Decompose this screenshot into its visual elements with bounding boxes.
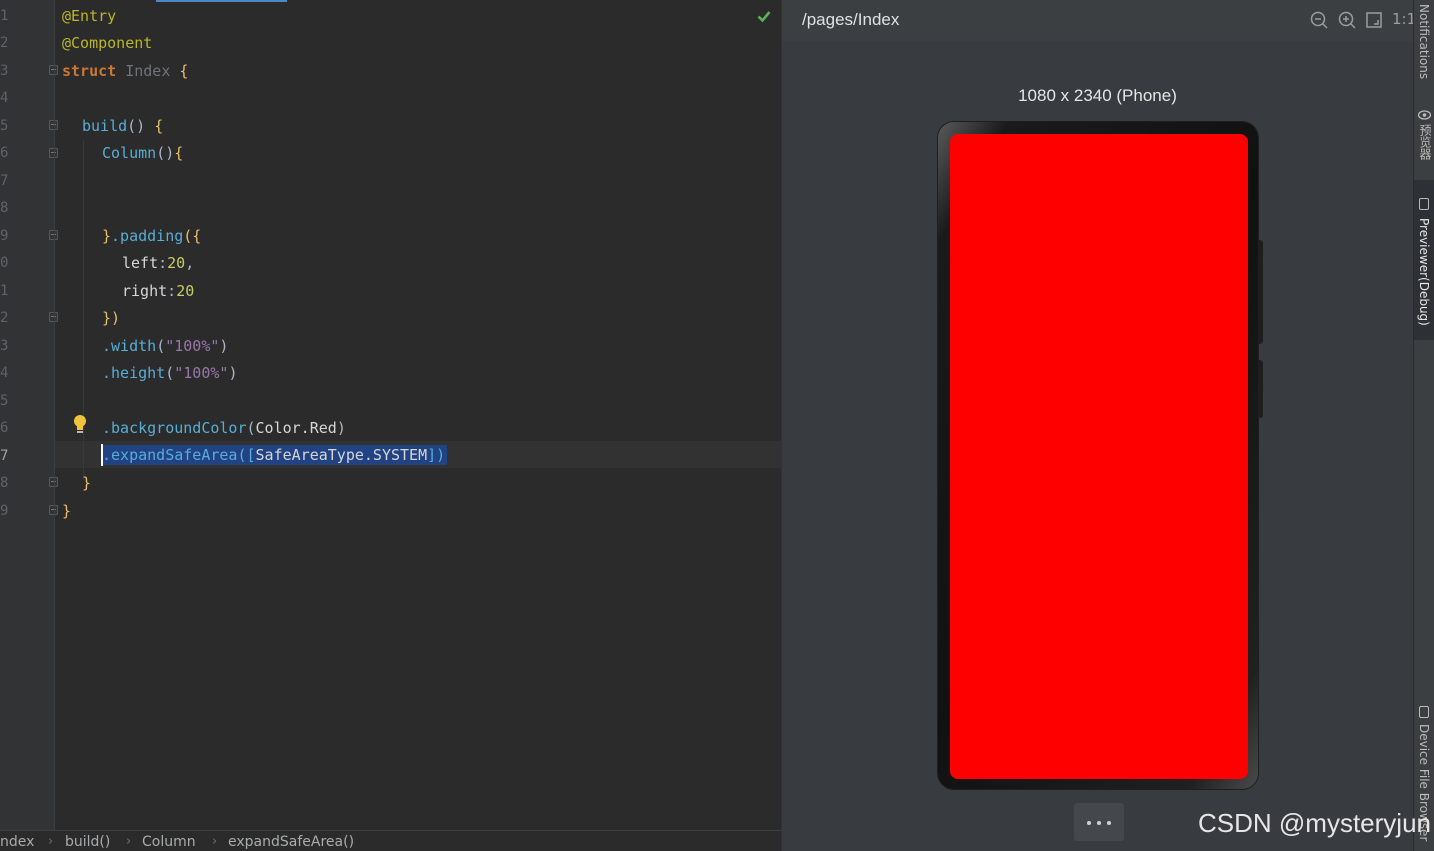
code-editor[interactable]: 1 2 3 4 5 6 7 8 9 0 1 2 3 4 5 6 7 8 9 @E… bbox=[0, 0, 781, 830]
phone-screen[interactable] bbox=[950, 134, 1248, 779]
line-number-gutter: 1 2 3 4 5 6 7 8 9 0 1 2 3 4 5 6 7 8 9 bbox=[0, 0, 58, 830]
device-label: 1080 x 2340 (Phone) bbox=[1018, 86, 1177, 105]
eye-icon bbox=[1418, 110, 1431, 120]
line-number: 5 bbox=[0, 393, 9, 409]
code-line-3[interactable]: struct Index { bbox=[62, 61, 188, 81]
code-line-18[interactable]: } bbox=[82, 473, 91, 493]
breadcrumb-separator: › bbox=[212, 834, 218, 849]
line-number: 1 bbox=[0, 8, 9, 24]
line-number: 2 bbox=[0, 35, 9, 51]
phone-side-button bbox=[1258, 240, 1263, 344]
line-number: 8 bbox=[0, 475, 9, 491]
line-number: 0 bbox=[0, 255, 9, 271]
notifications-tab[interactable]: Notifications bbox=[1417, 4, 1431, 79]
code-line-10[interactable]: left:20, bbox=[122, 253, 194, 273]
bulb-icon[interactable] bbox=[72, 414, 88, 436]
phone-side-button bbox=[1258, 360, 1263, 418]
code-line-13[interactable]: .width("100%") bbox=[102, 336, 228, 356]
code-line-5[interactable]: build() { bbox=[82, 116, 163, 136]
zoom-out-icon[interactable] bbox=[1310, 11, 1328, 29]
zoom-in-icon[interactable] bbox=[1338, 11, 1356, 29]
more-icon bbox=[1097, 821, 1101, 825]
more-icon bbox=[1107, 821, 1111, 825]
breadcrumb: ndex › build() › Column › expandSafeArea… bbox=[0, 830, 781, 851]
code-line-1[interactable]: @Entry bbox=[62, 6, 116, 26]
text-caret bbox=[101, 444, 103, 466]
code-line-16[interactable]: .backgroundColor(Color.Red) bbox=[102, 418, 346, 438]
previewer-cn-tab[interactable]: 预览器 bbox=[1417, 124, 1434, 160]
line-number: 2 bbox=[0, 310, 9, 326]
code-line-6[interactable]: Column(){ bbox=[102, 143, 183, 163]
line-number: 7 bbox=[0, 173, 9, 189]
previewer-panel: /pages/Index 1:1 1080 x 2340 (Phone) bbox=[781, 0, 1416, 851]
previewer-header: /pages/Index 1:1 bbox=[782, 0, 1416, 41]
breadcrumb-item[interactable]: expandSafeArea() bbox=[228, 834, 354, 850]
gutter-divider bbox=[54, 0, 55, 830]
line-number: 9 bbox=[0, 503, 9, 519]
line-number: 4 bbox=[0, 90, 9, 106]
line-number: 9 bbox=[0, 228, 9, 244]
phone-frame bbox=[938, 122, 1258, 789]
active-tab-indicator bbox=[156, 0, 287, 2]
check-icon bbox=[757, 11, 771, 23]
breadcrumb-separator: › bbox=[126, 834, 132, 849]
line-number: 1 bbox=[0, 283, 9, 299]
line-number: 3 bbox=[0, 63, 9, 79]
phone-icon bbox=[1419, 198, 1429, 210]
zoom-reset-button[interactable]: 1:1 bbox=[1392, 10, 1416, 28]
line-number: 7 bbox=[0, 448, 9, 464]
code-line-2[interactable]: @Component bbox=[62, 33, 152, 53]
code-line-9[interactable]: }.padding({ bbox=[102, 226, 201, 246]
code-line-14[interactable]: .height("100%") bbox=[102, 363, 237, 383]
more-icon bbox=[1087, 821, 1091, 825]
breadcrumb-separator: › bbox=[48, 834, 54, 849]
code-line-12[interactable]: }) bbox=[102, 308, 120, 328]
breadcrumb-item[interactable]: ndex bbox=[0, 834, 34, 850]
watermark: CSDN @mysteryjun bbox=[1198, 808, 1431, 838]
previewer-debug-tab[interactable]: Previewer(Debug) bbox=[1417, 218, 1431, 326]
breadcrumb-item[interactable]: build() bbox=[65, 834, 110, 850]
fit-screen-icon[interactable] bbox=[1365, 11, 1383, 29]
code-line-19[interactable]: } bbox=[62, 501, 71, 521]
code-line-17-selected[interactable]: .expandSafeArea([SafeAreaType.SYSTEM]) bbox=[102, 445, 448, 465]
line-number: 3 bbox=[0, 338, 9, 354]
line-number: 6 bbox=[0, 420, 9, 436]
more-button[interactable] bbox=[1074, 803, 1124, 841]
previewer-title: /pages/Index bbox=[802, 10, 900, 29]
line-number: 8 bbox=[0, 200, 9, 216]
phone-icon bbox=[1419, 706, 1429, 718]
right-tool-strip: Notifications 预览器 Previewer(Debug) Devic… bbox=[1413, 0, 1434, 851]
line-number: 5 bbox=[0, 118, 9, 134]
line-number: 6 bbox=[0, 145, 9, 161]
breadcrumb-item[interactable]: Column bbox=[142, 834, 196, 850]
code-line-11[interactable]: right:20 bbox=[122, 281, 194, 301]
line-number: 4 bbox=[0, 365, 9, 381]
